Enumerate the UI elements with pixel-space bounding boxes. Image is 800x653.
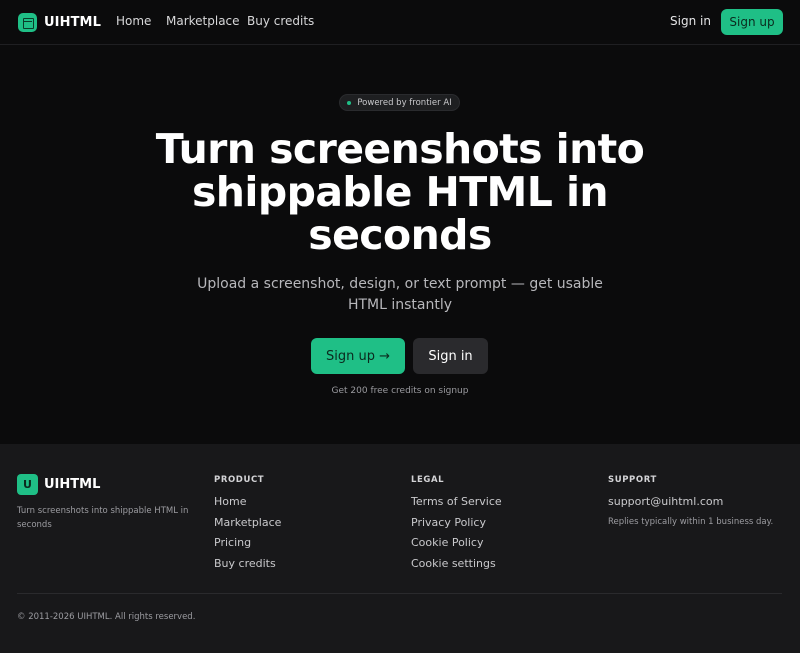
top-navbar: UIHTML Home Marketplace Buy credits Sign… — [0, 0, 800, 45]
nav-signin-link[interactable]: Sign in — [670, 14, 711, 28]
powered-by-badge: Powered by frontier AI — [339, 94, 460, 111]
hero-title: Turn screenshots into shippable HTML in … — [155, 125, 645, 259]
footer-link-buy-credits[interactable]: Buy credits — [214, 557, 281, 578]
support-response-note: Replies typically within 1 business day. — [608, 516, 774, 527]
footer-product-column: PRODUCT Home Marketplace Pricing Buy cre… — [214, 475, 281, 577]
support-email-link[interactable]: support@uihtml.com — [608, 495, 773, 516]
hero-signup-button[interactable]: Sign up → — [311, 338, 405, 374]
footer-support-heading: SUPPORT — [608, 475, 657, 485]
footer-link-marketplace[interactable]: Marketplace — [214, 516, 281, 537]
footer-link-cookie-settings[interactable]: Cookie settings — [411, 557, 502, 578]
footer-link-home[interactable]: Home — [214, 495, 281, 516]
hero-signin-button[interactable]: Sign in — [413, 338, 488, 374]
footer-product-heading: PRODUCT — [214, 475, 265, 485]
nav-link-marketplace[interactable]: Marketplace — [166, 14, 240, 28]
footer-brand-name: UIHTML — [44, 477, 101, 492]
footer-tagline: Turn screenshots into shippable HTML in … — [17, 506, 189, 530]
hero-subtitle: Upload a screenshot, design, or text pro… — [197, 276, 603, 313]
logo-icon — [18, 12, 37, 32]
footer-divider — [17, 593, 782, 594]
footer-brand[interactable]: U UIHTML — [17, 474, 100, 495]
nav-signup-button[interactable]: Sign up — [721, 9, 783, 35]
badge-label: Powered by frontier AI — [357, 97, 452, 108]
footer-link-pricing[interactable]: Pricing — [214, 536, 281, 557]
footer-link-cookie-policy[interactable]: Cookie Policy — [411, 536, 502, 557]
nav-link-home[interactable]: Home — [116, 14, 151, 28]
nav-link-buy-credits[interactable]: Buy credits — [247, 14, 314, 28]
status-dot-icon — [347, 100, 352, 105]
footer-legal-heading: LEGAL — [411, 475, 445, 485]
footer-logo-icon: U — [17, 474, 38, 495]
footer-link-privacy[interactable]: Privacy Policy — [411, 516, 502, 537]
brand-name: UIHTML — [44, 14, 101, 30]
copyright-text: © 2011-2026 UIHTML. All rights reserved. — [17, 612, 196, 622]
footer-link-terms[interactable]: Terms of Service — [411, 495, 502, 516]
brand-logo[interactable]: UIHTML — [18, 12, 101, 32]
site-footer: U UIHTML Turn screenshots into shippable… — [0, 444, 800, 653]
free-credits-note: Get 200 free credits on signup — [331, 386, 469, 396]
footer-support-column: SUPPORT support@uihtml.com Replies typic… — [608, 475, 773, 527]
footer-legal-column: LEGAL Terms of Service Privacy Policy Co… — [411, 475, 502, 577]
